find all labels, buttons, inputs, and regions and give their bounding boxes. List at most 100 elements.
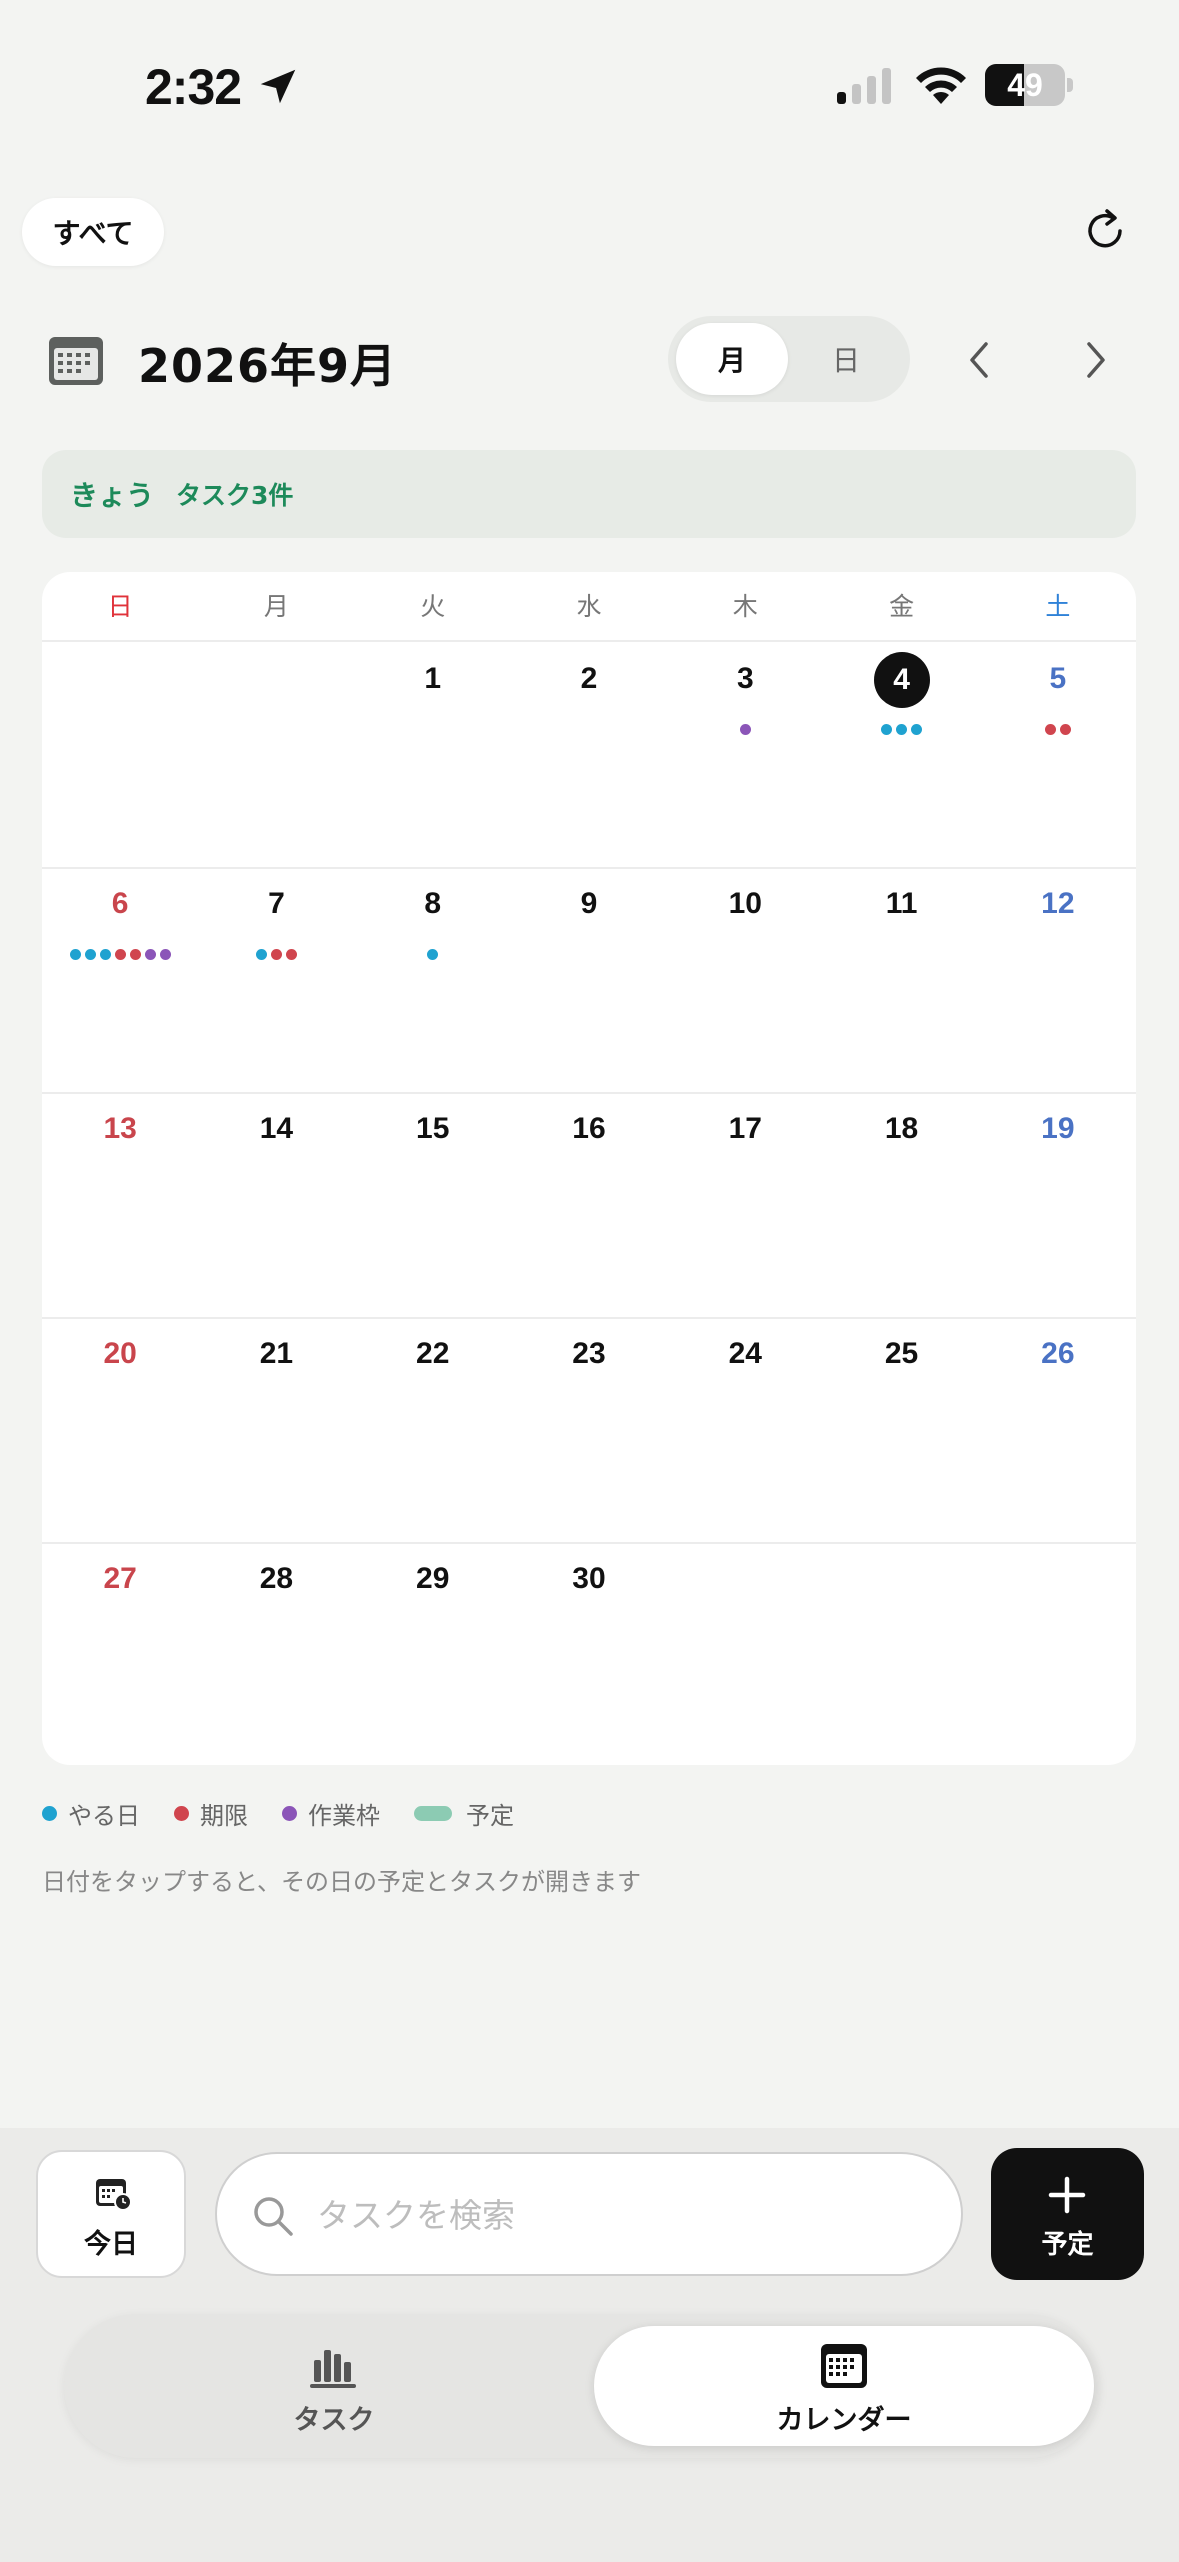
tab-tasks-label: タスク <box>293 2405 375 2436</box>
red-dot-icon <box>285 949 297 960</box>
today-button[interactable]: 今日 <box>36 2150 186 2278</box>
status-time: 2:32 <box>145 59 242 115</box>
calendar-day-cell[interactable]: 13 <box>42 1094 198 1319</box>
day-number: 22 <box>416 1337 450 1370</box>
chevron-right-icon[interactable] <box>1075 334 1117 386</box>
calendar-day-cell[interactable]: 30 <box>511 1544 667 1765</box>
day-number: 19 <box>1041 1112 1075 1145</box>
tab-calendar-label: カレンダー <box>776 2405 912 2436</box>
weekday-label: 木 <box>732 592 758 621</box>
legend-do-day-label: やる日 <box>68 1802 140 1830</box>
day-number: 17 <box>728 1112 762 1145</box>
calendar-day-cell[interactable]: 14 <box>198 1094 354 1319</box>
calendar-day-cell[interactable]: 12 <box>980 869 1136 1094</box>
day-number: 2 <box>580 662 598 695</box>
calendar-empty-cell <box>42 644 198 869</box>
calendar-day-cell[interactable]: 24 <box>667 1319 823 1544</box>
tab-calendar[interactable]: カレンダー <box>594 2326 1094 2446</box>
calendar-day-cell[interactable]: 11 <box>823 869 979 1094</box>
calendar-day-cell[interactable]: 9 <box>511 869 667 1094</box>
legend-deadline: 期限 <box>174 1796 248 1831</box>
calendar-day-cell[interactable]: 21 <box>198 1319 354 1544</box>
add-schedule-button[interactable]: 予定 <box>991 2148 1144 2280</box>
calendar-day-cell[interactable]: 19 <box>980 1094 1136 1319</box>
battery-percent: 49 <box>1007 67 1043 103</box>
calendar-day-cell[interactable]: 17 <box>667 1094 823 1319</box>
calendar-day-cell[interactable]: 3 <box>667 644 823 869</box>
legend-do-day: やる日 <box>42 1796 140 1831</box>
today-task-count: タスク3件 <box>176 481 294 510</box>
legend-work-slot: 作業枠 <box>282 1796 380 1831</box>
calendar-week-row: 13 14 15 16 17 18 19 <box>42 1094 1136 1319</box>
day-number: 27 <box>103 1562 137 1595</box>
search-bar[interactable] <box>215 2152 963 2276</box>
day-number: 23 <box>572 1337 606 1370</box>
weekday-header: 日月火水木金土 <box>42 572 1136 642</box>
day-number: 24 <box>728 1337 762 1370</box>
battery-indicator: 49 <box>985 64 1073 106</box>
calendar-day-cell[interactable]: 16 <box>511 1094 667 1319</box>
calendar-day-cell[interactable]: 7 <box>198 869 354 1094</box>
event-dots <box>355 949 511 960</box>
legend-deadline-label: 期限 <box>200 1802 248 1830</box>
purple-dot-icon <box>739 724 751 735</box>
refresh-icon[interactable] <box>1080 206 1130 256</box>
purple-dot-icon <box>159 949 171 960</box>
calendar-day-cell[interactable]: 6 <box>42 869 198 1094</box>
calendar-day-cell[interactable]: 26 <box>980 1319 1136 1544</box>
month-calendar: 日月火水木金土 1 2 3 4 5 6 7 8 9 10 11 12 13 14 15 16 17 18 19 20 2… <box>42 572 1136 1765</box>
day-number: 20 <box>103 1337 137 1370</box>
view-day-button[interactable]: 日 <box>790 323 902 395</box>
calendar-day-cell[interactable]: 20 <box>42 1319 198 1544</box>
location-arrow-icon <box>260 69 296 104</box>
day-number: 28 <box>259 1562 294 1595</box>
event-dots <box>667 724 823 735</box>
calendar-day-cell[interactable]: 2 <box>511 644 667 869</box>
legend-work-slot-label: 作業枠 <box>308 1802 380 1830</box>
calendar-day-cell[interactable]: 1 <box>355 644 511 869</box>
legend-schedule: 予定 <box>414 1796 514 1831</box>
legend-schedule-label: 予定 <box>466 1802 514 1830</box>
weekday-label: 土 <box>1045 592 1071 621</box>
view-toggle: 月 日 <box>668 316 910 402</box>
event-dots <box>198 949 354 960</box>
calendar-day-cell[interactable]: 4 <box>823 644 979 869</box>
tab-tasks[interactable]: タスク <box>84 2326 584 2446</box>
calendar-icon <box>821 2344 867 2388</box>
red-dot-icon <box>114 949 126 960</box>
search-icon <box>254 2197 293 2236</box>
calendar-empty-cell <box>823 1544 979 1765</box>
day-number: 29 <box>416 1562 450 1595</box>
filter-all-chip[interactable]: すべて <box>22 198 164 266</box>
calendar-day-cell[interactable]: 27 <box>42 1544 198 1765</box>
calendar-day-cell[interactable]: 8 <box>355 869 511 1094</box>
day-number: 15 <box>416 1112 450 1145</box>
search-input[interactable] <box>317 2182 917 2248</box>
calendar-day-cell[interactable]: 5 <box>980 644 1136 869</box>
bar-chart-icon <box>310 2350 356 2388</box>
cellular-signal-icon <box>837 68 891 104</box>
calendar-day-cell[interactable]: 15 <box>355 1094 511 1319</box>
day-number: 6 <box>111 887 129 920</box>
calendar-day-cell[interactable]: 23 <box>511 1319 667 1544</box>
calendar-day-cell[interactable]: 22 <box>355 1319 511 1544</box>
red-dot-icon <box>1044 724 1056 735</box>
calendar-day-cell[interactable]: 29 <box>355 1544 511 1765</box>
month-title: 2026年9月 <box>138 339 398 393</box>
calendar-day-cell[interactable]: 10 <box>667 869 823 1094</box>
plus-icon <box>1048 2176 1086 2214</box>
calendar-week-row: 1 2 3 4 5 <box>42 644 1136 869</box>
calendar-icon <box>49 337 103 385</box>
purple-dot-icon <box>144 949 156 960</box>
day-number: 7 <box>268 887 285 920</box>
calendar-day-cell[interactable]: 18 <box>823 1094 979 1319</box>
day-number: 25 <box>884 1337 919 1370</box>
calendar-day-cell[interactable]: 28 <box>198 1544 354 1765</box>
view-month-button[interactable]: 月 <box>676 323 788 395</box>
chevron-left-icon[interactable] <box>958 334 1000 386</box>
calendar-empty-cell <box>667 1544 823 1765</box>
blue-dot-icon <box>896 724 908 735</box>
weekday-label: 日 <box>107 592 133 621</box>
today-banner[interactable]: きょう タスク3件 <box>42 450 1136 538</box>
calendar-day-cell[interactable]: 25 <box>823 1319 979 1544</box>
